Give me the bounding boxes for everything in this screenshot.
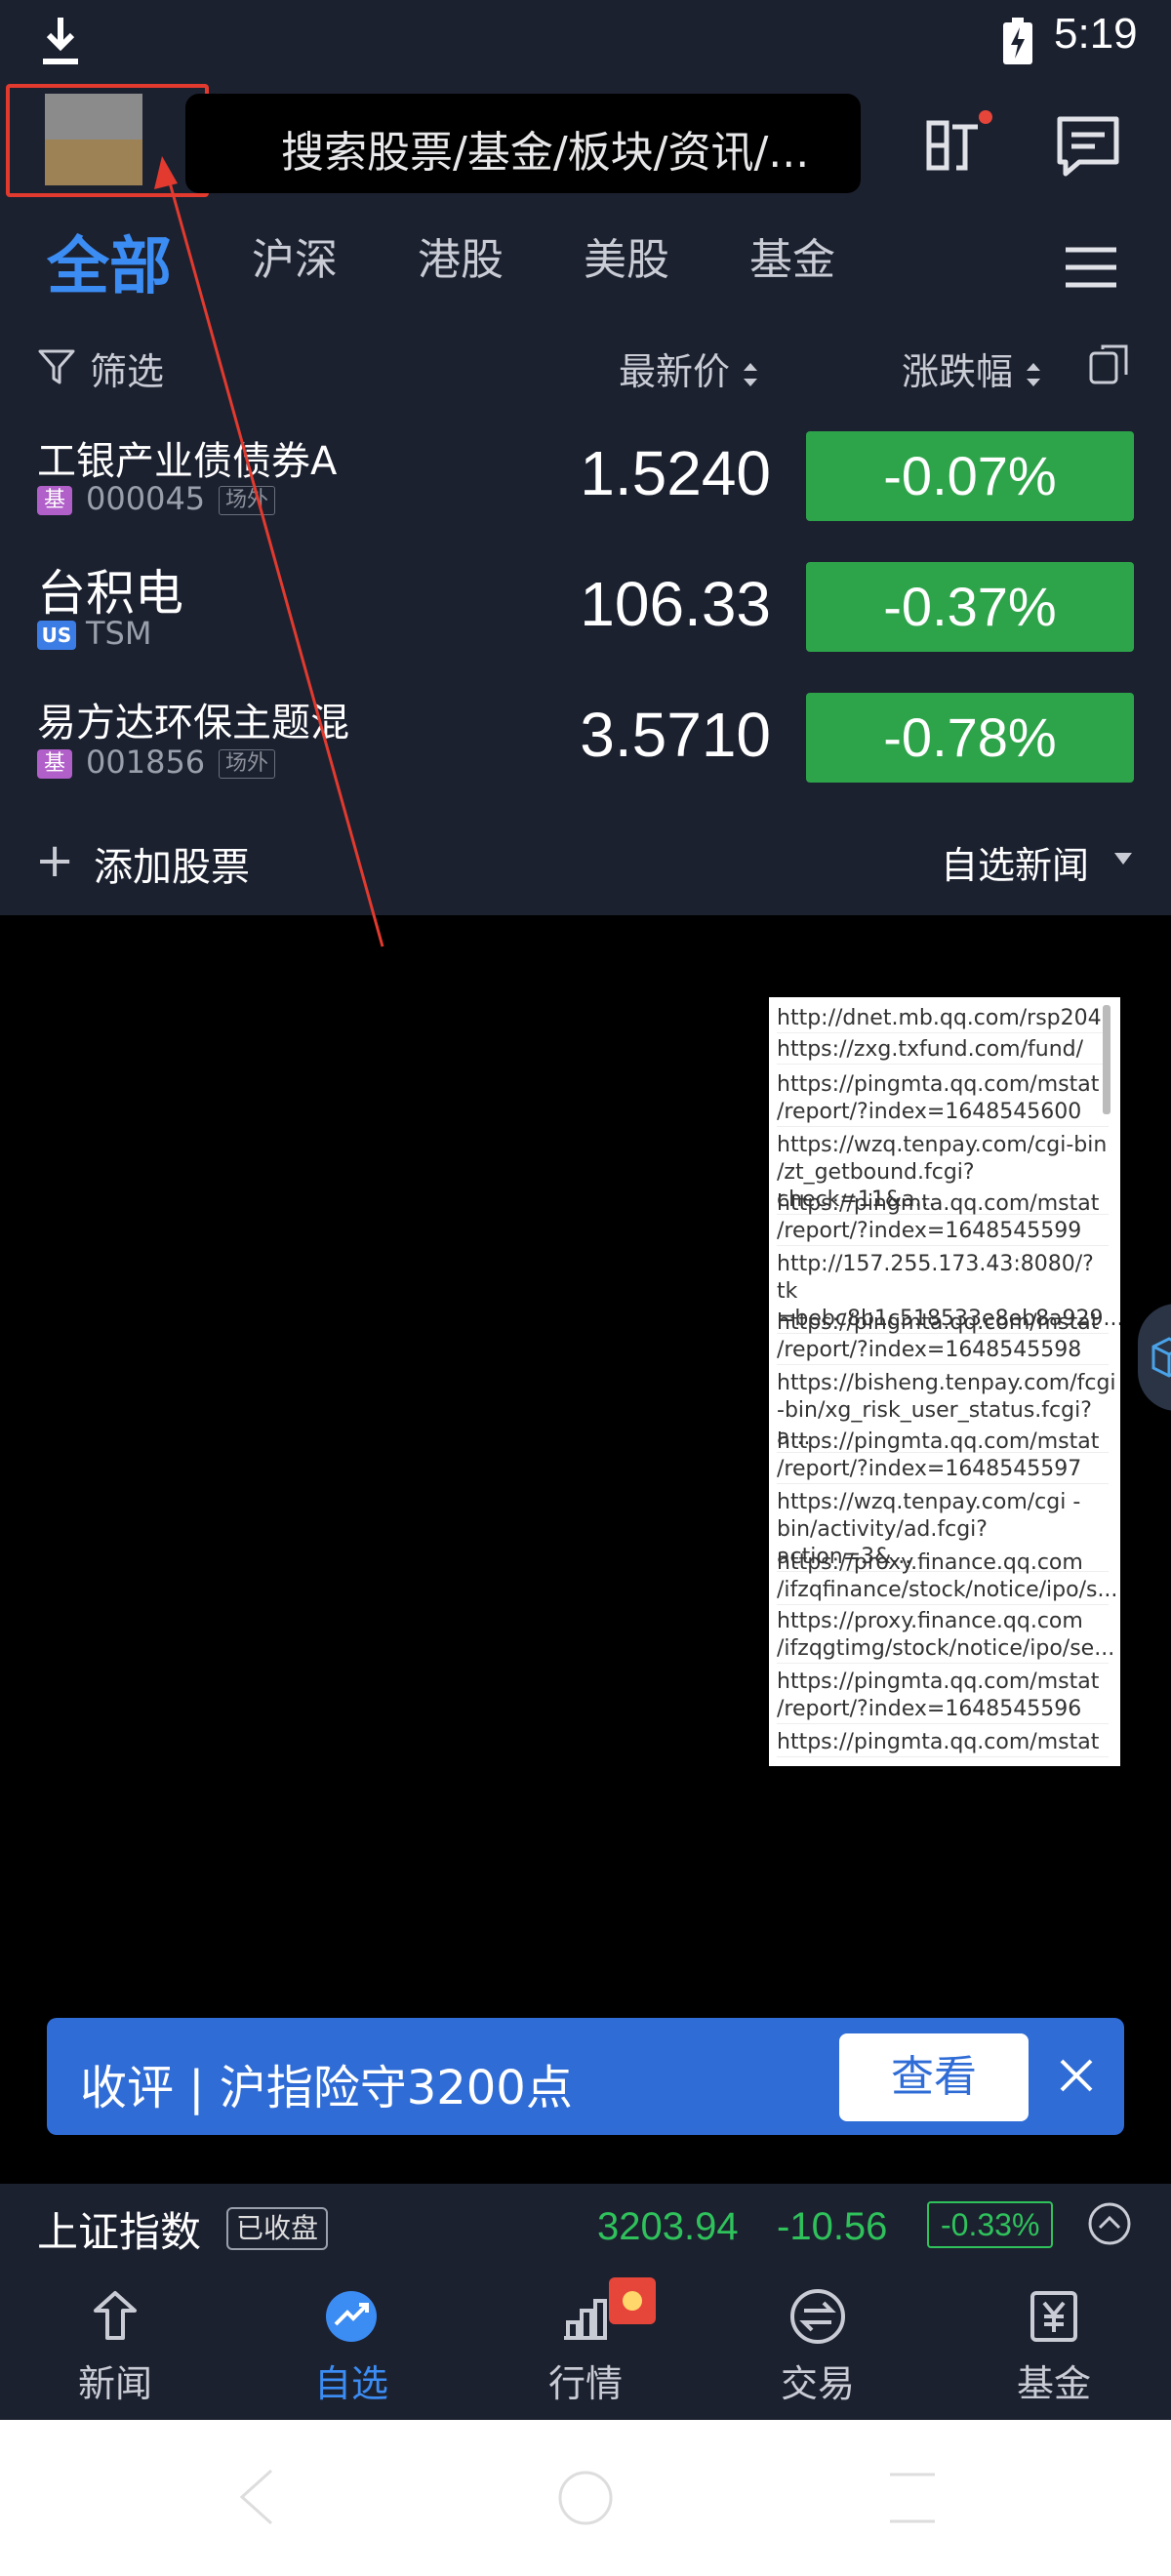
banner-headline[interactable]: 收评 | 沪指险守3200点 (80, 2049, 573, 2117)
stock-code: 000045 (86, 480, 206, 517)
monitor-icon[interactable] (925, 109, 993, 176)
request-log-item: https://zxg.txfund.com/fund/ (777, 1036, 1109, 1065)
change-badge[interactable]: -0.37% (806, 562, 1134, 652)
index-percent: -0.33% (927, 2201, 1054, 2248)
cube-icon (1151, 1337, 1171, 1378)
market-tag: 场外 (219, 749, 276, 779)
battery-charging-icon (1003, 18, 1032, 64)
request-log-item: https://pingmta.qq.com/mstat /report/?in… (777, 1071, 1109, 1127)
tab-funds[interactable]: 基金 (749, 224, 835, 287)
request-log-item: https://pingmta.qq.com/mstat /report/?in… (777, 1429, 1109, 1484)
us-tag: US (37, 621, 76, 650)
nav-news[interactable]: 新闻 (57, 2287, 174, 2407)
index-name: 上证指数 (37, 2208, 202, 2256)
market-status-badge: 已收盘 (226, 2207, 329, 2250)
tab-us-stocks[interactable]: 美股 (584, 224, 669, 287)
request-log-item: https://proxy.finance.qq.com /ifzqgtimg/… (777, 1608, 1114, 1664)
close-icon[interactable] (1056, 2055, 1097, 2096)
market-tag: 场外 (219, 486, 276, 515)
stock-price: 1.5240 (580, 438, 771, 508)
tab-shanghai-shenzhen[interactable]: 沪深 (252, 224, 338, 287)
view-button[interactable]: 查看 (839, 2033, 1029, 2121)
system-navigation-bar (0, 2420, 1171, 2576)
home-icon[interactable] (556, 2469, 615, 2527)
watchlist-news-button[interactable]: 自选新闻 (941, 835, 1089, 889)
request-log-item: http://dnet.mb.qq.com/rsp204 (777, 1005, 1109, 1033)
index-change: -10.56 (777, 2205, 888, 2248)
stock-name[interactable]: 易方达环保主题混 (37, 691, 349, 747)
watchlist-icon (326, 2291, 377, 2342)
index-value: 3203.94 (597, 2205, 739, 2248)
nav-watchlist[interactable]: 自选 (293, 2287, 410, 2407)
back-icon[interactable] (232, 2463, 281, 2531)
trade-icon (790, 2289, 845, 2344)
download-icon (43, 18, 78, 64)
request-log-panel[interactable]: http://dnet.mb.qq.com/rsp204 https://zxg… (769, 997, 1120, 1766)
status-clock: 5:19 (1054, 10, 1138, 58)
request-log-item: https://pingmta.qq.com/mstat /report/?in… (777, 1190, 1109, 1246)
tab-all[interactable]: 全部 (47, 217, 172, 306)
price-column-header[interactable]: 最新价 (619, 342, 759, 395)
nav-label: 行情 (547, 2362, 623, 2405)
market-icon (564, 2299, 607, 2340)
fund-tag: 基 (37, 486, 72, 515)
scrollbar[interactable] (1103, 1005, 1110, 1114)
sort-icon (1027, 362, 1041, 386)
change-column-header[interactable]: 涨跌幅 (902, 342, 1042, 395)
filter-button[interactable]: 筛选 (90, 342, 164, 395)
nav-trade[interactable]: 交易 (759, 2287, 876, 2407)
switch-view-icon[interactable] (1087, 342, 1132, 386)
change-column-label: 涨跌幅 (902, 350, 1014, 393)
request-log-item: https://pingmta.qq.com/mstat (777, 1729, 1109, 1757)
badge-dot (623, 2291, 642, 2311)
status-bar (0, 0, 1171, 82)
recents-icon[interactable] (886, 2471, 939, 2525)
request-log-item: https://proxy.finance.qq.com /ifzqfinanc… (777, 1550, 1117, 1605)
stock-code: TSM (86, 615, 152, 652)
message-icon[interactable] (1056, 115, 1120, 178)
news-icon (94, 2291, 137, 2340)
stock-price: 3.5710 (580, 700, 771, 770)
fund-icon (1030, 2291, 1077, 2342)
stock-price: 106.33 (580, 569, 771, 639)
nav-label: 新闻 (77, 2362, 152, 2405)
filter-icon[interactable] (37, 347, 76, 386)
floating-tool-button[interactable] (1138, 1304, 1171, 1411)
change-badge[interactable]: -0.78% (806, 693, 1134, 783)
nav-label: 自选 (313, 2362, 388, 2405)
menu-icon[interactable] (1064, 246, 1118, 289)
nav-label: 交易 (780, 2362, 855, 2405)
stock-name[interactable]: 工银产业债债券A (37, 429, 337, 486)
nav-fund[interactable]: 基金 (995, 2287, 1112, 2407)
nav-label: 基金 (1016, 2362, 1091, 2405)
search-placeholder: 搜索股票/基金/板块/资讯/... (281, 128, 810, 178)
add-icon[interactable]: + (35, 837, 74, 884)
caret-down-icon (1114, 853, 1132, 865)
add-stock-button[interactable]: 添加股票 (94, 835, 250, 892)
request-log-item: https://pingmta.qq.com/mstat /report/?in… (777, 1309, 1109, 1365)
request-log-item: https://pingmta.qq.com/mstat /report/?in… (777, 1669, 1109, 1724)
tab-hk-stocks[interactable]: 港股 (418, 224, 504, 287)
fund-tag: 基 (37, 749, 72, 779)
change-badge[interactable]: -0.07% (806, 431, 1134, 521)
price-column-label: 最新价 (619, 350, 731, 393)
stock-code: 001856 (86, 744, 206, 781)
chevron-up-icon[interactable] (1087, 2201, 1132, 2246)
annotation-highlight-box (6, 84, 209, 197)
sort-icon (744, 362, 758, 386)
